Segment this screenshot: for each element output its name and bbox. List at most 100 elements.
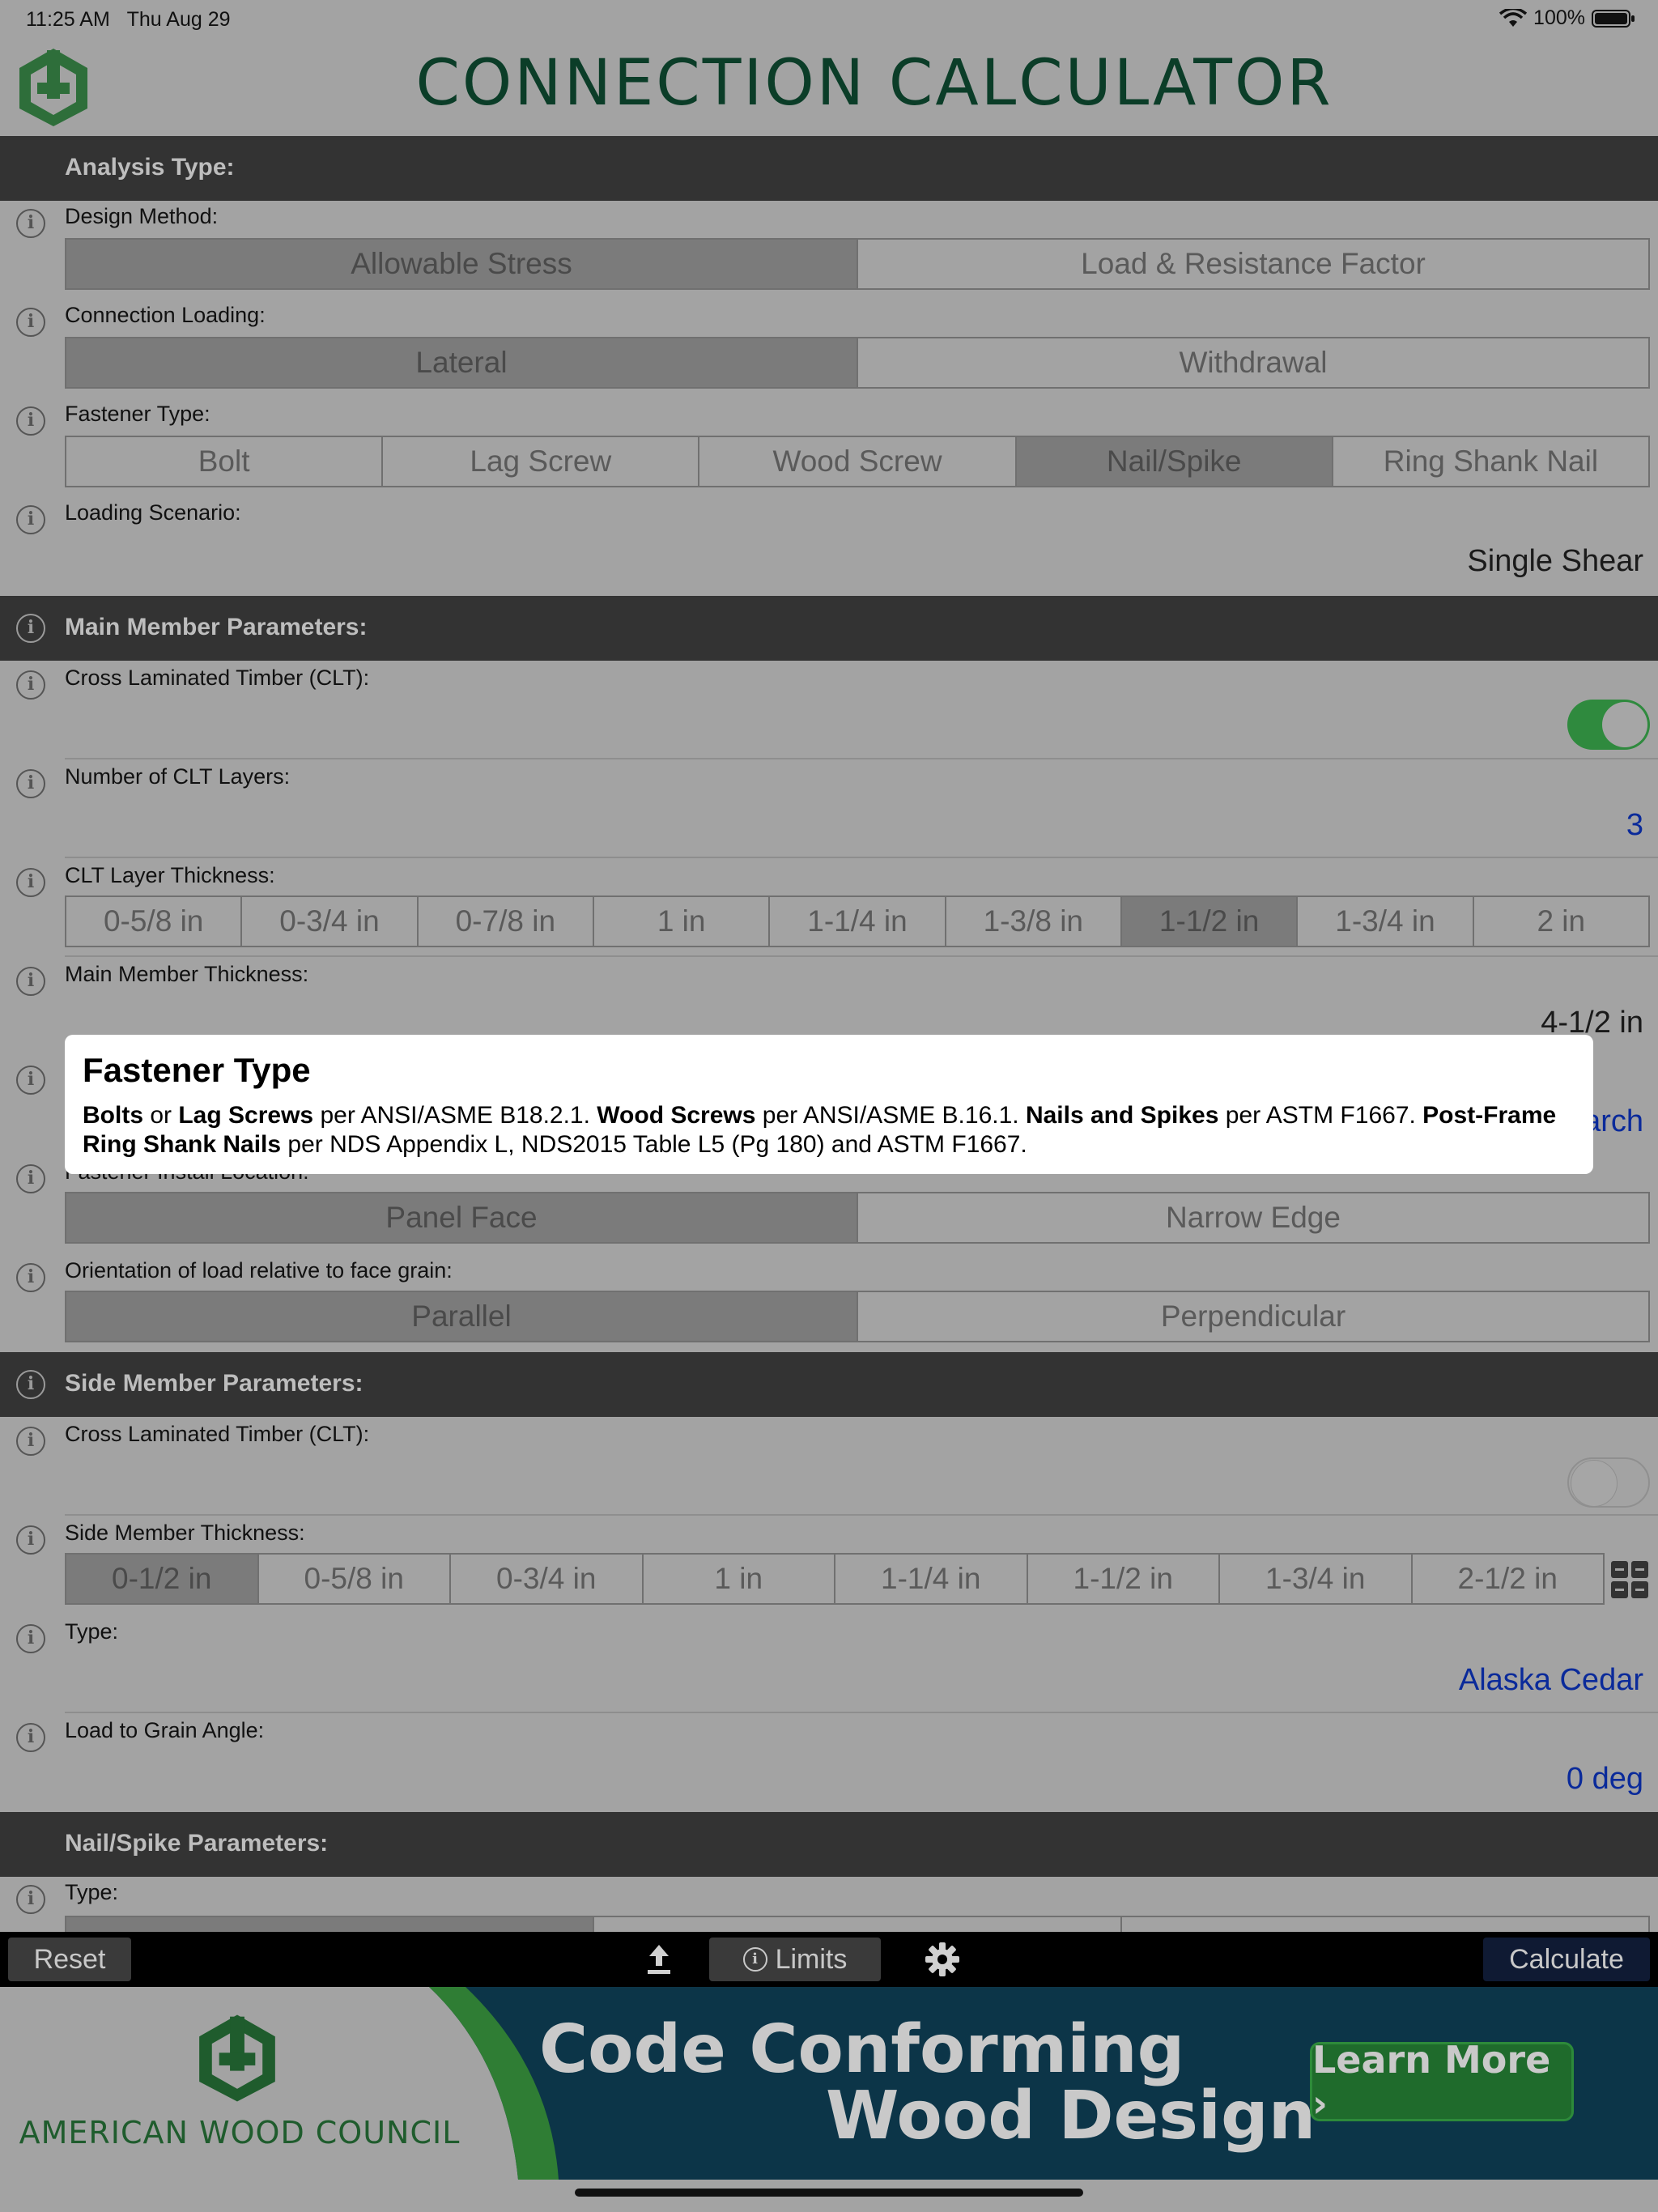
segment-layer-1-3-4[interactable]: 1-3/4 in <box>1298 897 1474 946</box>
learn-more-button[interactable]: Learn More › <box>1310 2038 1574 2125</box>
section-label: Main Member Parameters: <box>65 614 368 640</box>
info-icon[interactable] <box>16 1885 45 1914</box>
segment-wood-screw[interactable]: Wood Screw <box>699 437 1017 486</box>
section-main-member: Main Member Parameters: <box>0 596 1658 661</box>
segment-panel-face[interactable]: Panel Face <box>66 1193 858 1242</box>
load-angle-value[interactable]: 0 deg <box>1567 1762 1643 1797</box>
info-icon[interactable] <box>16 308 45 337</box>
info-icon[interactable] <box>16 1164 45 1193</box>
battery-percent: 100% <box>1533 6 1585 29</box>
info-icon[interactable] <box>16 1624 45 1653</box>
side-clt-toggle[interactable] <box>1567 1457 1650 1508</box>
info-icon[interactable] <box>16 1263 45 1292</box>
segment-layer-1-3-8[interactable]: 1-3/8 in <box>946 897 1122 946</box>
segment-side-0-3-4[interactable]: 0-3/4 in <box>451 1555 644 1603</box>
calculator-icon[interactable] <box>1611 1561 1648 1598</box>
section-analysis-type: Analysis Type: <box>0 136 1658 201</box>
side-type-label: Type: <box>65 1619 119 1644</box>
share-upload-icon[interactable] <box>644 1943 674 1976</box>
layer-thickness-label: CLT Layer Thickness: <box>65 863 275 887</box>
segment-layer-0-7-8[interactable]: 0-7/8 in <box>418 897 594 946</box>
info-icon[interactable] <box>16 769 45 798</box>
segment-partial[interactable] <box>594 1917 1122 1932</box>
load-angle-label: Load to Grain Angle: <box>65 1718 265 1742</box>
connection-loading-segmented: Lateral Withdrawal <box>65 337 1650 389</box>
orientation-label: Orientation of load relative to face gra… <box>65 1258 453 1283</box>
segment-partial[interactable] <box>66 1917 594 1932</box>
divider <box>65 955 1658 957</box>
info-icon[interactable] <box>16 1427 45 1456</box>
divider <box>65 1514 1658 1516</box>
main-clt-toggle[interactable] <box>1567 700 1650 750</box>
info-icon[interactable] <box>16 1525 45 1555</box>
segment-side-1-1-2[interactable]: 1-1/2 in <box>1027 1555 1220 1603</box>
connection-loading-label: Connection Loading: <box>65 303 266 327</box>
orientation-segmented: Parallel Perpendicular <box>65 1291 1650 1342</box>
status-right: 100% <box>1499 6 1635 30</box>
info-icon[interactable] <box>16 868 45 897</box>
segment-nail-spike[interactable]: Nail/Spike <box>1016 437 1333 486</box>
popup-body: Bolts or Lag Screws per ANSI/ASME B18.2.… <box>83 1102 1557 1158</box>
segment-partial[interactable] <box>1122 1917 1648 1932</box>
limits-label: Limits <box>775 1943 848 1975</box>
gear-icon[interactable] <box>925 1942 960 1977</box>
section-side-member: Side Member Parameters: <box>0 1352 1658 1417</box>
divider <box>65 1712 1658 1713</box>
loading-scenario-label: Loading Scenario: <box>65 500 241 525</box>
segment-layer-1-1-4[interactable]: 1-1/4 in <box>770 897 946 946</box>
segment-layer-1[interactable]: 1 in <box>593 897 771 946</box>
layer-thickness-segmented: 0-5/8 in 0-3/4 in 0-7/8 in 1 in 1-1/4 in… <box>65 895 1650 947</box>
info-icon[interactable] <box>16 1066 45 1095</box>
design-method-segmented: Allowable Stress Load & Resistance Facto… <box>65 238 1650 290</box>
main-clt-label: Cross Laminated Timber (CLT): <box>65 666 370 690</box>
segment-lag-screw[interactable]: Lag Screw <box>383 437 700 486</box>
segment-layer-0-3-4[interactable]: 0-3/4 in <box>242 897 419 946</box>
reset-button[interactable]: Reset <box>8 1938 131 1981</box>
bottom-toolbar: Reset i Limits Calculate <box>0 1932 1658 1987</box>
segment-parallel[interactable]: Parallel <box>66 1292 858 1341</box>
segment-allowable-stress[interactable]: Allowable Stress <box>66 240 858 288</box>
awc-logo-icon <box>199 2014 275 2102</box>
segment-layer-1-1-2[interactable]: 1-1/2 in <box>1121 897 1299 946</box>
calculate-button[interactable]: Calculate <box>1483 1938 1650 1981</box>
info-icon[interactable] <box>16 967 45 996</box>
home-indicator[interactable] <box>575 2189 1083 2197</box>
segment-narrow-edge[interactable]: Narrow Edge <box>858 1193 1648 1242</box>
toggle-knob <box>1571 1460 1618 1507</box>
status-bar: 11:25 AM Thu Aug 29 100% <box>0 0 1658 39</box>
battery-icon <box>1592 9 1635 28</box>
toggle-knob <box>1602 702 1647 747</box>
info-icon[interactable] <box>16 670 45 700</box>
segment-lateral[interactable]: Lateral <box>66 338 858 387</box>
side-thickness-segmented: 0-1/2 in 0-5/8 in 0-3/4 in 1 in 1-1/4 in… <box>65 1553 1605 1605</box>
segment-side-1-3-4[interactable]: 1-3/4 in <box>1220 1555 1413 1603</box>
segment-bolt[interactable]: Bolt <box>66 437 384 486</box>
info-icon[interactable] <box>16 1723 45 1752</box>
info-icon[interactable] <box>16 505 45 534</box>
info-icon: i <box>742 1947 767 1972</box>
segment-perpendicular[interactable]: Perpendicular <box>858 1292 1648 1341</box>
segment-side-0-1-2[interactable]: 0-1/2 in <box>66 1555 259 1603</box>
segment-side-1-1-4[interactable]: 1-1/4 in <box>835 1555 1028 1603</box>
popup-title: Fastener Type <box>83 1051 311 1089</box>
info-icon[interactable] <box>16 209 45 238</box>
clt-layers-value[interactable]: 3 <box>1626 808 1643 843</box>
design-method-label: Design Method: <box>65 204 219 228</box>
info-icon[interactable] <box>16 406 45 436</box>
install-location-segmented: Panel Face Narrow Edge <box>65 1192 1650 1244</box>
ad-banner[interactable]: AMERICAN WOOD COUNCIL Code Conforming Wo… <box>0 1987 1658 2180</box>
segment-layer-2[interactable]: 2 in <box>1473 897 1648 946</box>
limits-button[interactable]: i Limits <box>709 1938 881 1981</box>
segment-layer-0-5-8[interactable]: 0-5/8 in <box>66 897 243 946</box>
segment-side-2-1-2[interactable]: 2-1/2 in <box>1412 1555 1603 1603</box>
segment-side-1[interactable]: 1 in <box>643 1555 835 1603</box>
segment-withdrawal[interactable]: Withdrawal <box>858 338 1648 387</box>
segment-side-0-5-8[interactable]: 0-5/8 in <box>258 1555 451 1603</box>
loading-scenario-value[interactable]: Single Shear <box>1467 544 1643 579</box>
side-type-value[interactable]: Alaska Cedar <box>1459 1663 1643 1698</box>
segment-ring-shank-nail[interactable]: Ring Shank Nail <box>1333 437 1649 486</box>
info-icon[interactable] <box>16 614 45 643</box>
fastener-type-segmented: Bolt Lag Screw Wood Screw Nail/Spike Rin… <box>65 436 1650 487</box>
info-icon[interactable] <box>16 1370 45 1399</box>
segment-lrfd[interactable]: Load & Resistance Factor <box>858 240 1648 288</box>
